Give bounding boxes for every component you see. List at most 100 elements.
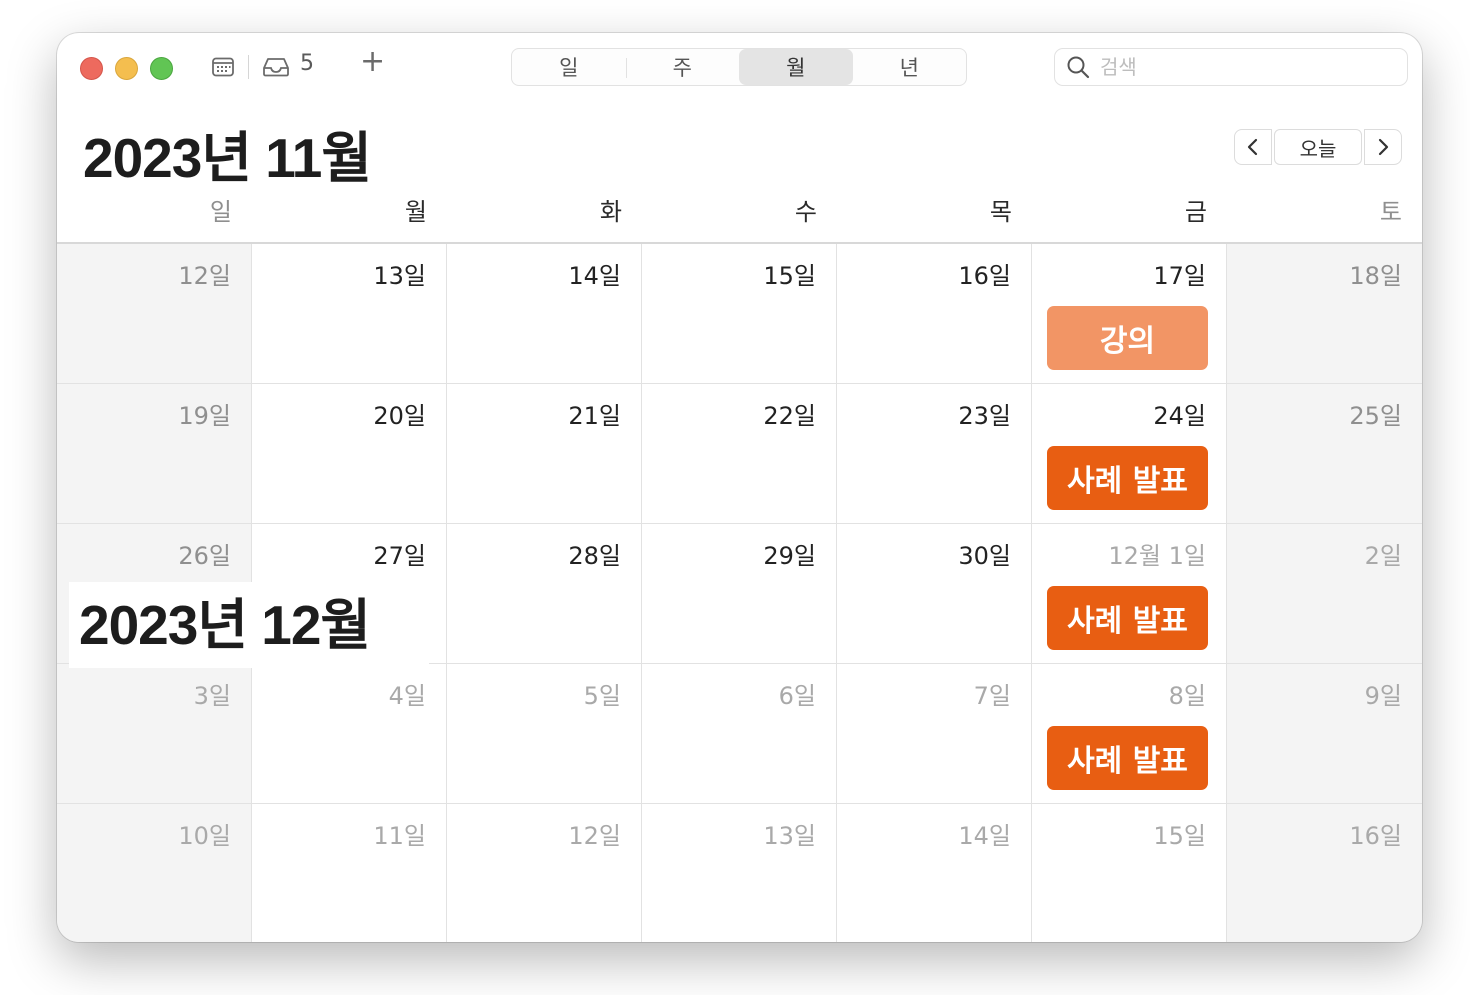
day-number: 9일	[1364, 682, 1402, 710]
day-cell[interactable]: 8일사례 발표	[1032, 664, 1227, 803]
day-cell[interactable]: 10일	[57, 804, 252, 942]
day-number: 26일	[178, 542, 231, 570]
day-number: 11일	[373, 822, 426, 850]
inbox-tray-icon[interactable]	[262, 57, 290, 77]
day-number: 12일	[568, 822, 621, 850]
day-number: 12일	[178, 262, 231, 290]
day-number: 28일	[568, 542, 621, 570]
weekday-wed: 수	[794, 198, 817, 226]
day-cell[interactable]: 14일	[447, 244, 642, 383]
chevron-right-icon	[1378, 138, 1389, 156]
day-cell[interactable]: 2일	[1227, 524, 1422, 663]
day-cell[interactable]: 21일	[447, 384, 642, 523]
weekday-tue: 화	[599, 198, 622, 226]
page-title: 2023년 11월	[83, 127, 372, 189]
day-number: 20일	[373, 402, 426, 430]
day-number: 10일	[178, 822, 231, 850]
week-row: 3일 4일 5일 6일 7일 8일사례 발표 9일	[57, 664, 1422, 804]
day-cell[interactable]: 5일	[447, 664, 642, 803]
date-navigation: 오늘	[1234, 129, 1402, 165]
day-cell[interactable]: 15일	[1032, 804, 1227, 942]
day-number: 17일	[1153, 262, 1206, 290]
tab-day[interactable]: 일	[512, 49, 626, 85]
close-window-button[interactable]	[80, 57, 103, 80]
day-number: 7일	[973, 682, 1011, 710]
view-segmented-control: 일 주 월 년	[511, 48, 967, 86]
next-month-overlay-title: 2023년 12월	[69, 582, 429, 668]
add-event-button[interactable]: +	[360, 47, 385, 77]
calendar-window: 5 + 일 주 월 년 2023년 11월 오늘 일 월 화	[57, 33, 1422, 942]
day-cell[interactable]: 4일	[252, 664, 447, 803]
previous-month-button[interactable]	[1234, 129, 1272, 165]
week-row: 10일 11일 12일 13일 14일 15일 16일	[57, 804, 1422, 942]
maximize-window-button[interactable]	[150, 57, 173, 80]
tab-year[interactable]: 년	[853, 49, 967, 85]
search-input[interactable]	[1098, 54, 1382, 80]
calendar-event[interactable]: 강의	[1047, 306, 1208, 370]
day-number: 25일	[1349, 402, 1402, 430]
day-cell[interactable]: 30일	[837, 524, 1032, 663]
day-cell[interactable]: 16일	[1227, 804, 1422, 942]
day-number: 2일	[1364, 542, 1402, 570]
calendar-event[interactable]: 사례 발표	[1047, 446, 1208, 510]
day-cell[interactable]: 11일	[252, 804, 447, 942]
search-field[interactable]	[1054, 48, 1408, 86]
day-cell[interactable]: 7일	[837, 664, 1032, 803]
day-number: 13일	[373, 262, 426, 290]
inbox-count[interactable]: 5	[300, 51, 314, 76]
day-number: 16일	[1349, 822, 1402, 850]
day-number: 21일	[568, 402, 621, 430]
day-number: 14일	[568, 262, 621, 290]
day-cell[interactable]: 12월 1일 사례 발표	[1032, 524, 1227, 663]
chevron-left-icon	[1247, 138, 1258, 156]
tab-week[interactable]: 주	[625, 49, 740, 85]
day-number: 15일	[763, 262, 816, 290]
day-cell[interactable]: 12일	[57, 244, 252, 383]
day-cell[interactable]: 16일	[837, 244, 1032, 383]
day-number: 16일	[958, 262, 1011, 290]
weekday-mon: 월	[404, 198, 427, 226]
week-row: 19일 20일 21일 22일 23일 24일사례 발표 25일	[57, 384, 1422, 524]
day-cell[interactable]: 12일	[447, 804, 642, 942]
next-month-button[interactable]	[1364, 129, 1402, 165]
day-cell[interactable]: 13일	[642, 804, 837, 942]
day-cell[interactable]: 3일	[57, 664, 252, 803]
day-cell[interactable]: 6일	[642, 664, 837, 803]
day-cell[interactable]: 23일	[837, 384, 1032, 523]
day-number: 22일	[763, 402, 816, 430]
day-cell[interactable]: 15일	[642, 244, 837, 383]
tab-month[interactable]: 월	[739, 49, 853, 85]
today-button[interactable]: 오늘	[1274, 129, 1362, 165]
day-number: 24일	[1153, 402, 1206, 430]
day-cell[interactable]: 29일	[642, 524, 837, 663]
day-cell[interactable]: 20일	[252, 384, 447, 523]
day-cell[interactable]: 22일	[642, 384, 837, 523]
minimize-window-button[interactable]	[115, 57, 138, 80]
calendar-event[interactable]: 사례 발표	[1047, 586, 1208, 650]
day-cell[interactable]: 25일	[1227, 384, 1422, 523]
week-row: 12일 13일 14일 15일 16일 17일 강의 18일	[57, 244, 1422, 384]
day-cell[interactable]: 28일	[447, 524, 642, 663]
day-number: 14일	[958, 822, 1011, 850]
day-cell[interactable]: 24일사례 발표	[1032, 384, 1227, 523]
day-number: 29일	[763, 542, 816, 570]
calendar-event[interactable]: 사례 발표	[1047, 726, 1208, 790]
weekday-sat: 토	[1379, 198, 1402, 226]
day-number: 8일	[1168, 682, 1206, 710]
weekday-fri: 금	[1184, 198, 1207, 226]
day-number: 23일	[958, 402, 1011, 430]
calendar-list-icon[interactable]	[212, 57, 234, 77]
day-cell[interactable]: 19일	[57, 384, 252, 523]
day-number: 5일	[583, 682, 621, 710]
day-cell[interactable]: 18일	[1227, 244, 1422, 383]
day-cell[interactable]: 13일	[252, 244, 447, 383]
day-cell[interactable]: 9일	[1227, 664, 1422, 803]
day-cell[interactable]: 14일	[837, 804, 1032, 942]
day-cell[interactable]: 17일강의	[1032, 244, 1227, 383]
day-number: 13일	[763, 822, 816, 850]
weekday-thu: 목	[989, 198, 1012, 226]
weekday-sun: 일	[209, 198, 232, 226]
search-icon	[1067, 56, 1090, 79]
day-number: 15일	[1153, 822, 1206, 850]
day-number: 27일	[373, 542, 426, 570]
